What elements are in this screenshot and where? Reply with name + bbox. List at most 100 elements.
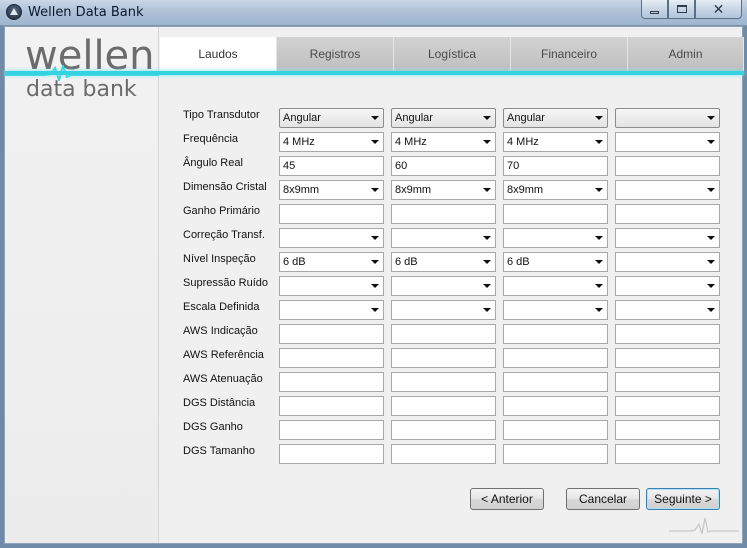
chevron-down-icon — [371, 116, 379, 120]
combo-correcao-transf-2[interactable] — [391, 228, 496, 248]
input-aws-referencia-1[interactable] — [279, 348, 384, 368]
input-angulo-real-2[interactable]: 60 — [391, 156, 496, 176]
input-aws-atenuacao-4[interactable] — [615, 372, 720, 392]
input-dgs-distancia-2[interactable] — [391, 396, 496, 416]
chevron-down-icon — [707, 140, 715, 144]
chevron-down-icon — [483, 260, 491, 264]
combo-frequencia-2[interactable]: 4 MHz — [391, 132, 496, 152]
input-dgs-tamanho-2[interactable] — [391, 444, 496, 464]
chevron-down-icon — [707, 260, 715, 264]
combo-nivel-inspecao-1[interactable]: 6 dB — [279, 252, 384, 272]
maximize-button[interactable] — [668, 0, 695, 19]
input-aws-atenuacao-2[interactable] — [391, 372, 496, 392]
input-dgs-distancia-4[interactable] — [615, 396, 720, 416]
combo-supressao-ruido-4[interactable] — [615, 276, 720, 296]
combo-frequencia-3[interactable]: 4 MHz — [503, 132, 608, 152]
input-ganho-primario-1[interactable] — [279, 204, 384, 224]
main-window: wellen data bank Laudos Registros Logíst… — [4, 26, 744, 544]
input-aws-referencia-4[interactable] — [615, 348, 720, 368]
sidebar-logo-pane: wellen data bank — [5, 27, 159, 543]
back-button[interactable]: < Anterior — [470, 488, 544, 510]
chevron-down-icon — [483, 236, 491, 240]
tab-financeiro[interactable]: Financeiro — [511, 37, 628, 71]
chevron-down-icon — [371, 308, 379, 312]
input-dgs-ganho-4[interactable] — [615, 420, 720, 440]
tab-laudos[interactable]: Laudos — [160, 37, 277, 71]
combo-tipo-transdutor-1[interactable]: Angular — [279, 108, 384, 128]
input-aws-atenuacao-3[interactable] — [503, 372, 608, 392]
chevron-down-icon — [707, 116, 715, 120]
input-dgs-tamanho-4[interactable] — [615, 444, 720, 464]
combo-correcao-transf-1[interactable] — [279, 228, 384, 248]
next-button[interactable]: Seguinte > — [646, 488, 720, 510]
combo-tipo-transdutor-4[interactable] — [615, 108, 720, 128]
chevron-down-icon — [371, 188, 379, 192]
combo-correcao-transf-4[interactable] — [615, 228, 720, 248]
input-dgs-tamanho-3[interactable] — [503, 444, 608, 464]
combo-frequencia-4[interactable] — [615, 132, 720, 152]
input-dgs-ganho-3[interactable] — [503, 420, 608, 440]
input-aws-atenuacao-1[interactable] — [279, 372, 384, 392]
input-aws-indicacao-3[interactable] — [503, 324, 608, 344]
accent-divider — [5, 71, 744, 75]
chevron-down-icon — [483, 284, 491, 288]
input-dgs-ganho-1[interactable] — [279, 420, 384, 440]
chevron-down-icon — [483, 308, 491, 312]
input-dgs-distancia-3[interactable] — [503, 396, 608, 416]
chevron-down-icon — [371, 140, 379, 144]
combo-tipo-transdutor-3[interactable]: Angular — [503, 108, 608, 128]
label-frequencia: Frequência — [183, 133, 239, 145]
tab-registros[interactable]: Registros — [277, 37, 394, 71]
combo-dimensao-cristal-1[interactable]: 8x9mm — [279, 180, 384, 200]
wave-decoration-icon — [669, 517, 739, 535]
minimize-button[interactable] — [641, 0, 668, 19]
combo-supressao-ruido-1[interactable] — [279, 276, 384, 296]
input-aws-indicacao-1[interactable] — [279, 324, 384, 344]
combo-escala-definida-2[interactable] — [391, 300, 496, 320]
input-aws-referencia-3[interactable] — [503, 348, 608, 368]
input-aws-indicacao-4[interactable] — [615, 324, 720, 344]
combo-supressao-ruido-3[interactable] — [503, 276, 608, 296]
combo-tipo-transdutor-2[interactable]: Angular — [391, 108, 496, 128]
combo-dimensao-cristal-3[interactable]: 8x9mm — [503, 180, 608, 200]
input-ganho-primario-2[interactable] — [391, 204, 496, 224]
label-aws-atenuacao: AWS Atenuação — [183, 373, 263, 385]
combo-nivel-inspecao-3[interactable]: 6 dB — [503, 252, 608, 272]
combo-nivel-inspecao-4[interactable] — [615, 252, 720, 272]
input-aws-referencia-2[interactable] — [391, 348, 496, 368]
chevron-down-icon — [483, 188, 491, 192]
combo-nivel-inspecao-2[interactable]: 6 dB — [391, 252, 496, 272]
chevron-down-icon — [707, 284, 715, 288]
chevron-down-icon — [595, 260, 603, 264]
combo-frequencia-1[interactable]: 4 MHz — [279, 132, 384, 152]
chevron-down-icon — [371, 236, 379, 240]
label-tipo-transdutor: Tipo Transdutor — [183, 109, 260, 121]
input-aws-indicacao-2[interactable] — [391, 324, 496, 344]
label-aws-referencia: AWS Referência — [183, 349, 264, 361]
input-angulo-real-1[interactable]: 45 — [279, 156, 384, 176]
label-dgs-ganho: DGS Ganho — [183, 421, 243, 433]
combo-dimensao-cristal-2[interactable]: 8x9mm — [391, 180, 496, 200]
input-ganho-primario-3[interactable] — [503, 204, 608, 224]
logo-data-bank: data bank — [26, 77, 137, 102]
input-dgs-distancia-1[interactable] — [279, 396, 384, 416]
combo-dimensao-cristal-4[interactable] — [615, 180, 720, 200]
label-dgs-tamanho: DGS Tamanho — [183, 445, 255, 457]
cancel-button[interactable]: Cancelar — [566, 488, 640, 510]
combo-supressao-ruido-2[interactable] — [391, 276, 496, 296]
combo-escala-definida-1[interactable] — [279, 300, 384, 320]
input-angulo-real-4[interactable] — [615, 156, 720, 176]
input-dgs-tamanho-1[interactable] — [279, 444, 384, 464]
label-supressao-ruido: Supressão Ruído — [183, 277, 268, 289]
combo-escala-definida-4[interactable] — [615, 300, 720, 320]
input-dgs-ganho-2[interactable] — [391, 420, 496, 440]
close-button[interactable]: ✕ — [695, 0, 742, 19]
app-logo-icon[interactable] — [6, 4, 22, 20]
input-angulo-real-3[interactable]: 70 — [503, 156, 608, 176]
input-ganho-primario-4[interactable] — [615, 204, 720, 224]
tab-logistica[interactable]: Logística — [394, 37, 511, 71]
tab-admin[interactable]: Admin — [628, 37, 744, 71]
combo-correcao-transf-3[interactable] — [503, 228, 608, 248]
combo-escala-definida-3[interactable] — [503, 300, 608, 320]
chevron-down-icon — [483, 140, 491, 144]
